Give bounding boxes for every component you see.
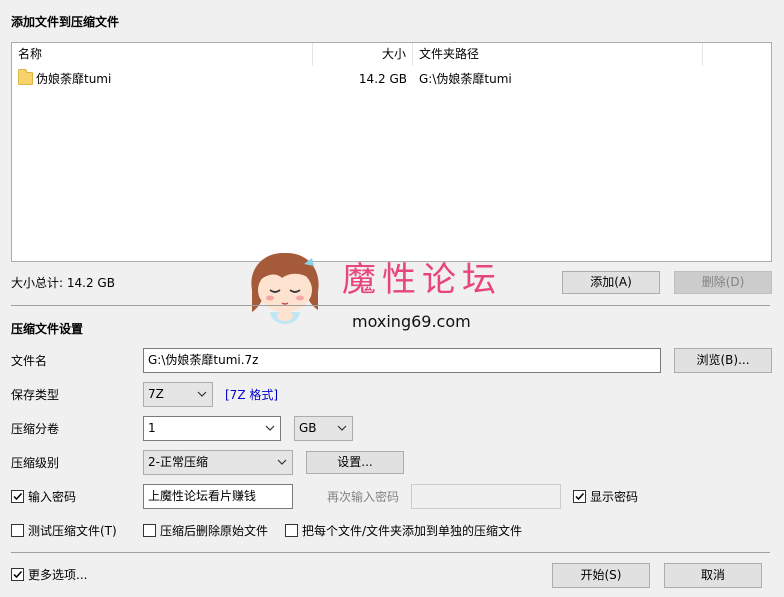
chevron-down-icon bbox=[265, 425, 275, 431]
filename-input[interactable]: G:\伪娘荼靡tumi.7z bbox=[143, 348, 661, 373]
password-checkbox[interactable] bbox=[11, 490, 24, 503]
save-type-select[interactable]: 7Z bbox=[143, 382, 213, 407]
file-row-name: 伪娘荼靡tumi bbox=[36, 72, 112, 86]
volume-combobox[interactable]: 1 bbox=[143, 416, 281, 441]
confirm-password-input[interactable] bbox=[411, 484, 561, 509]
level-value: 2-正常压缩 bbox=[148, 455, 208, 469]
files-section-title: 添加文件到压缩文件 bbox=[11, 15, 120, 29]
volume-unit-select[interactable]: GB bbox=[294, 416, 353, 441]
level-select[interactable]: 2-正常压缩 bbox=[143, 450, 293, 475]
test-archive-label: 测试压缩文件(T) bbox=[28, 524, 117, 538]
confirm-password-label: 再次输入密码 bbox=[327, 490, 400, 504]
more-options-label: 更多选项... bbox=[28, 568, 88, 582]
column-path[interactable]: 文件夹路径 bbox=[413, 43, 703, 66]
start-button[interactable]: 开始(S) bbox=[552, 563, 650, 588]
delete-button[interactable]: 删除(D) bbox=[674, 271, 772, 294]
settings-title: 压缩文件设置 bbox=[11, 322, 84, 336]
browse-button[interactable]: 浏览(B)... bbox=[674, 348, 772, 373]
file-row-path: G:\伪娘荼靡tumi bbox=[419, 72, 512, 86]
file-list-header: 名称 大小 文件夹路径 bbox=[12, 43, 771, 66]
file-row-size: 14.2 GB bbox=[358, 72, 407, 86]
column-name[interactable]: 名称 bbox=[12, 43, 313, 66]
file-list[interactable]: 名称 大小 文件夹路径 伪娘荼靡tumi 14.2 GB G:\伪娘荼靡tumi bbox=[11, 42, 772, 262]
test-archive-checkbox[interactable] bbox=[11, 524, 24, 537]
file-row[interactable]: 伪娘荼靡tumi 14.2 GB G:\伪娘荼靡tumi bbox=[12, 69, 771, 89]
watermark-title: 魔性论坛 bbox=[342, 260, 502, 300]
column-size[interactable]: 大小 bbox=[313, 43, 413, 66]
chevron-down-icon bbox=[197, 391, 207, 397]
footer-divider bbox=[11, 552, 770, 553]
volume-value: 1 bbox=[148, 421, 156, 435]
checkmark-icon bbox=[13, 492, 23, 501]
delete-source-label: 压缩后删除原始文件 bbox=[160, 524, 269, 538]
more-options-checkbox[interactable] bbox=[11, 568, 24, 581]
format-link[interactable]: [7Z 格式] bbox=[225, 387, 278, 403]
cartoon-girl-icon bbox=[251, 252, 319, 324]
password-input[interactable]: 上魔性论坛看片赚钱 bbox=[143, 484, 293, 509]
show-password-label: 显示密码 bbox=[590, 490, 639, 504]
save-type-label: 保存类型 bbox=[11, 388, 60, 402]
volume-unit-value: GB bbox=[299, 421, 317, 435]
settings-button[interactable]: 设置... bbox=[306, 451, 404, 474]
column-size-label: 大小 bbox=[381, 47, 406, 61]
separate-archives-checkbox[interactable] bbox=[285, 524, 298, 537]
separate-archives-label: 把每个文件/文件夹添加到单独的压缩文件 bbox=[302, 524, 523, 538]
watermark-domain: moxing69.com bbox=[352, 312, 471, 331]
column-path-label: 文件夹路径 bbox=[419, 47, 480, 61]
volume-label: 压缩分卷 bbox=[11, 422, 60, 436]
chevron-down-icon bbox=[337, 425, 347, 431]
folder-icon bbox=[18, 69, 33, 85]
watermark: 魔性论坛 moxing69.com bbox=[242, 250, 512, 332]
chevron-down-icon bbox=[277, 459, 287, 465]
delete-source-checkbox[interactable] bbox=[143, 524, 156, 537]
level-label: 压缩级别 bbox=[11, 456, 60, 470]
section-divider bbox=[11, 305, 770, 306]
column-name-label: 名称 bbox=[18, 47, 43, 61]
show-password-checkbox[interactable] bbox=[573, 490, 586, 503]
save-type-value: 7Z bbox=[148, 387, 164, 401]
cancel-button[interactable]: 取消 bbox=[664, 563, 762, 588]
add-button[interactable]: 添加(A) bbox=[562, 271, 660, 294]
password-label: 输入密码 bbox=[28, 490, 77, 504]
checkmark-icon bbox=[575, 492, 585, 501]
checkmark-icon bbox=[13, 570, 23, 579]
filename-label: 文件名 bbox=[11, 354, 48, 368]
total-size-label: 大小总计: 14.2 GB bbox=[11, 276, 115, 290]
